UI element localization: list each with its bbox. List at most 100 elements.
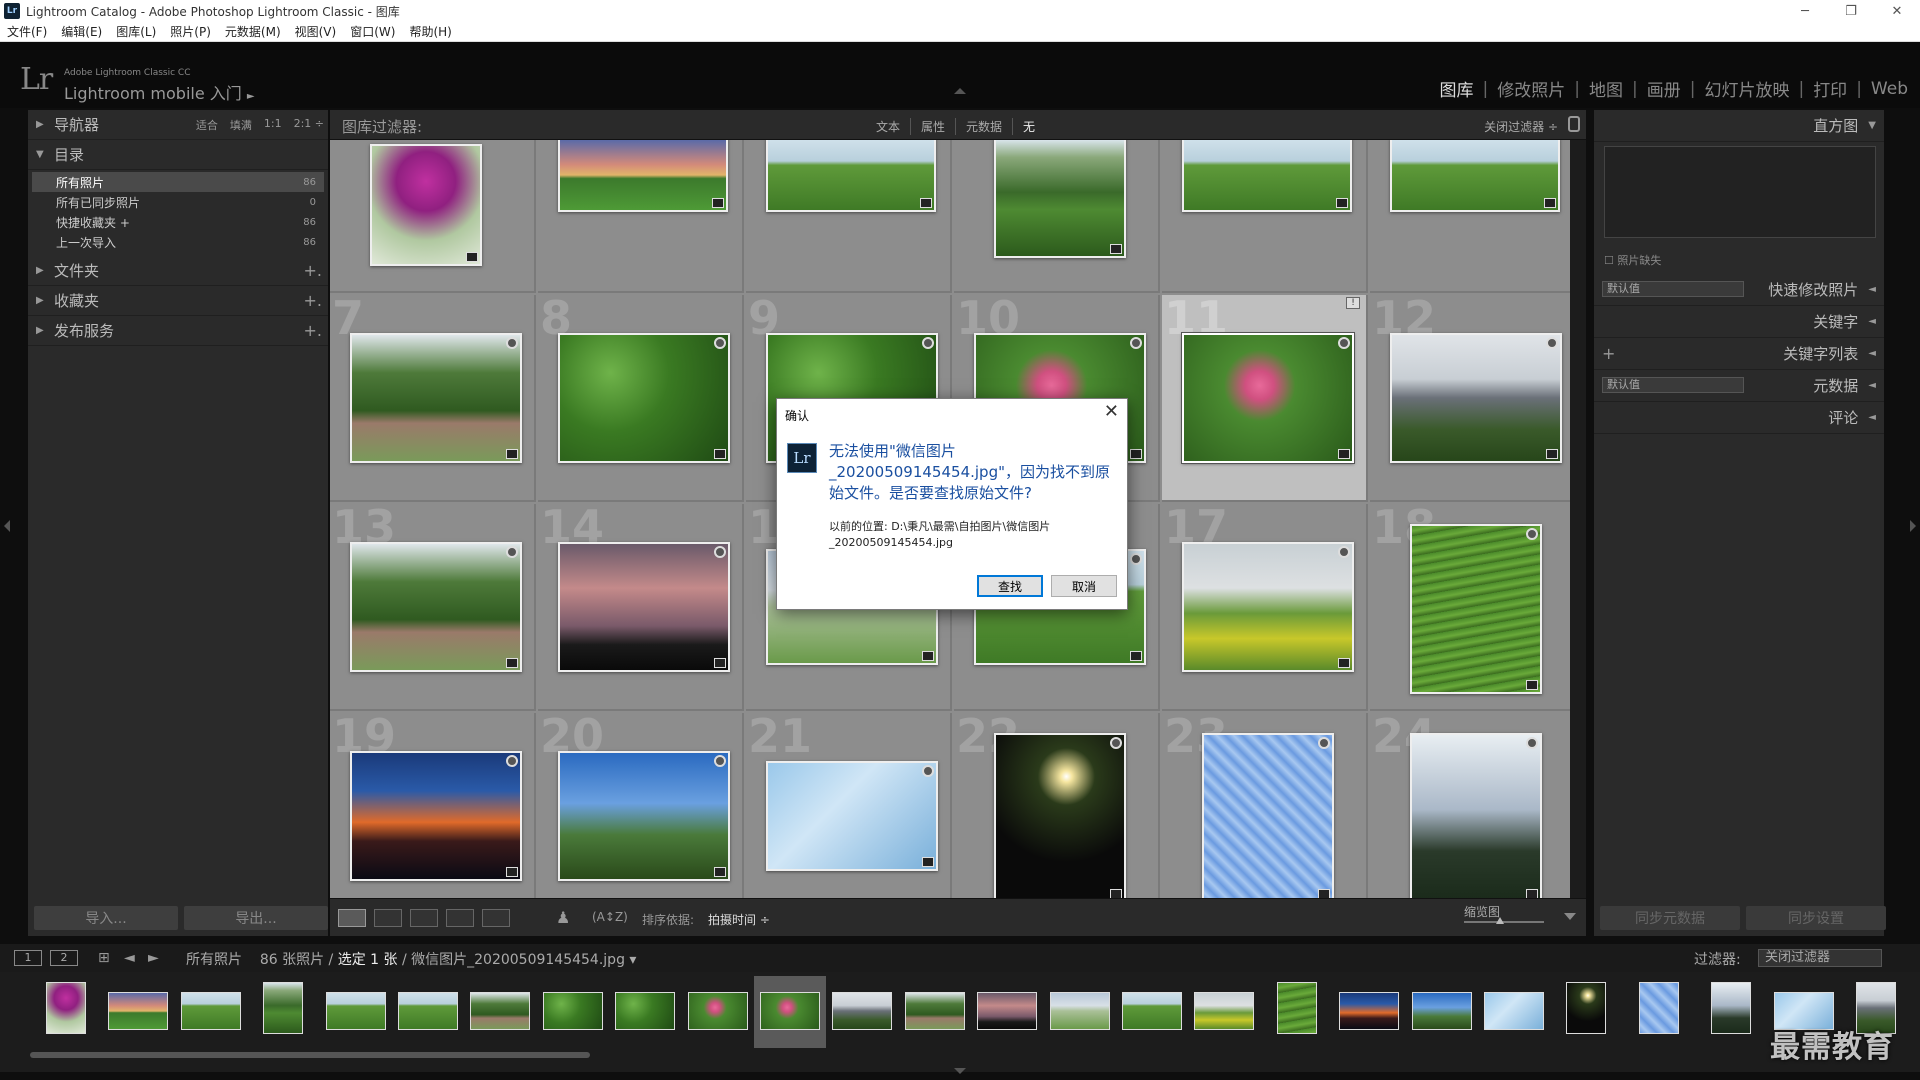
edit-badge-icon[interactable] (1336, 198, 1348, 208)
edit-badge-icon[interactable] (466, 252, 478, 262)
photo-thumbnail[interactable] (994, 140, 1126, 258)
edit-badge-icon[interactable] (506, 867, 518, 877)
photo-thumbnail[interactable] (1202, 733, 1334, 898)
quick-collection-dot-icon[interactable] (922, 337, 934, 349)
lock-icon[interactable] (1568, 116, 1580, 132)
sync-settings-button[interactable]: 同步设置 (1746, 906, 1886, 930)
grid-cell[interactable]: 19 (330, 709, 536, 898)
photo-thumbnail[interactable] (558, 140, 728, 212)
filmstrip-thumbnail[interactable] (1277, 982, 1317, 1034)
filter-tab-none[interactable]: 无 (1013, 118, 1045, 135)
filmstrip-thumbnail[interactable] (326, 992, 386, 1030)
photo-thumbnail[interactable] (350, 751, 522, 881)
edit-badge-icon[interactable] (1110, 244, 1122, 254)
secondary-window-button[interactable]: 2 (50, 950, 78, 966)
filmstrip-cell[interactable] (30, 976, 102, 1048)
painter-icon[interactable]: ♟ (556, 908, 570, 927)
quick-collection-dot-icon[interactable] (714, 337, 726, 349)
cancel-button[interactable]: 取消 (1051, 575, 1117, 597)
zoom-2-1[interactable]: 2:1 ÷ (294, 117, 324, 133)
grid-cell[interactable]: 21 (746, 709, 952, 898)
edit-badge-icon[interactable] (1130, 651, 1142, 661)
photo-thumbnail[interactable] (350, 542, 522, 672)
filmstrip-cell[interactable] (247, 976, 319, 1048)
grid-cell[interactable]: 13 (330, 500, 536, 711)
filmstrip-filter-select[interactable]: 关闭过滤器 (1758, 949, 1882, 967)
toolbar-options-chevron-down-icon[interactable] (1564, 913, 1576, 920)
photo-thumbnail[interactable] (1390, 333, 1562, 463)
filmstrip-cell[interactable] (754, 976, 826, 1048)
filmstrip-thumbnail[interactable] (181, 992, 241, 1030)
menu-edit[interactable]: 编辑(E) (54, 23, 109, 40)
menu-metadata[interactable]: 元数据(M) (218, 23, 288, 40)
photo-thumbnail[interactable] (1181, 332, 1355, 464)
filmstrip-cell[interactable] (971, 976, 1043, 1048)
module-develop[interactable]: 修改照片 (1497, 76, 1565, 101)
quick-collection-dot-icon[interactable] (1546, 337, 1558, 349)
grid-cell[interactable]: 23 (1162, 709, 1368, 898)
export-button[interactable]: 导出... (184, 906, 328, 930)
sort-dropdown[interactable]: 拍摄时间 ÷ (708, 911, 770, 928)
catalog-item-previous-import[interactable]: 上一次导入 86 (32, 232, 324, 252)
filmstrip-cell[interactable] (682, 976, 754, 1048)
photo-thumbnail[interactable] (370, 144, 482, 266)
filmstrip-cell[interactable] (1695, 976, 1767, 1048)
grid-cell[interactable]: 7 (330, 291, 536, 502)
grid-cell[interactable] (330, 140, 536, 293)
filter-tab-attribute[interactable]: 属性 (911, 118, 957, 135)
grid-cell[interactable]: 14 (538, 500, 744, 711)
histogram-header[interactable]: 直方图 ▼ (1594, 110, 1884, 142)
filmstrip-thumbnail[interactable] (688, 992, 748, 1030)
quick-collection-dot-icon[interactable] (506, 755, 518, 767)
grid-cell[interactable] (954, 140, 1160, 293)
filmstrip-thumbnail[interactable] (905, 992, 965, 1030)
grid-cell[interactable]: 8 (538, 291, 744, 502)
dialog-close-icon[interactable]: ✕ (1104, 401, 1119, 422)
edit-badge-icon[interactable] (712, 198, 724, 208)
filmstrip-cell[interactable] (175, 976, 247, 1048)
missing-file-warning-icon[interactable]: ! (1346, 297, 1360, 309)
edit-badge-icon[interactable] (1110, 889, 1122, 898)
edit-badge-icon[interactable] (1130, 449, 1142, 459)
edit-badge-icon[interactable] (506, 658, 518, 668)
publish-services-header[interactable]: ▶ 发布服务 +. (28, 316, 328, 346)
quick-collection-dot-icon[interactable] (1526, 737, 1538, 749)
photo-thumbnail[interactable] (1410, 733, 1542, 898)
collapse-top-arrow-icon[interactable] (954, 88, 966, 94)
filmstrip-cell[interactable] (826, 976, 898, 1048)
grid-icon[interactable]: ⊞ (98, 950, 110, 966)
navigator-header[interactable]: ▶ 导航器 适合 填满 1:1 2:1 ÷ (28, 110, 328, 140)
filmstrip-thumbnail[interactable] (1050, 992, 1110, 1030)
filmstrip-cell[interactable] (320, 976, 392, 1048)
quick-collection-dot-icon[interactable] (922, 765, 934, 777)
filmstrip-scrollbar[interactable] (30, 1052, 590, 1058)
grid-cell[interactable] (746, 140, 952, 293)
photo-thumbnail[interactable] (558, 542, 730, 672)
quick-collection-dot-icon[interactable] (1318, 737, 1330, 749)
zoom-fill[interactable]: 填满 (230, 117, 252, 133)
forward-arrow-icon[interactable]: ► (148, 950, 159, 966)
add-publish-icon[interactable]: +. (304, 321, 323, 340)
folders-header[interactable]: ▶ 文件夹 +. (28, 256, 328, 286)
photo-thumbnail[interactable] (766, 140, 936, 212)
slider-knob-icon[interactable] (1496, 917, 1504, 924)
filmstrip-cell[interactable] (392, 976, 464, 1048)
edit-badge-icon[interactable] (922, 857, 934, 867)
filmstrip-thumbnail[interactable] (543, 992, 603, 1030)
filmstrip-thumbnail[interactable] (760, 992, 820, 1030)
filmstrip-cell[interactable] (537, 976, 609, 1048)
collapse-left-arrow-icon[interactable] (4, 520, 10, 532)
collapse-bottom-arrow-icon[interactable] (954, 1068, 966, 1074)
quick-collection-dot-icon[interactable] (1130, 553, 1142, 565)
edit-badge-icon[interactable] (1544, 198, 1556, 208)
metadata-preset-select[interactable]: 默认值 (1602, 377, 1744, 393)
collections-header[interactable]: ▶ 收藏夹 +. (28, 286, 328, 316)
edit-badge-icon[interactable] (714, 658, 726, 668)
keyword-list-header[interactable]: + 关键字列表 ◄ (1594, 338, 1884, 370)
grid-cell[interactable] (1370, 140, 1570, 293)
grid-view-icon[interactable] (338, 909, 366, 927)
grid-cell[interactable]: 12 (1370, 291, 1570, 502)
survey-view-icon[interactable] (446, 909, 474, 927)
filmstrip-thumbnail[interactable] (470, 992, 530, 1030)
filmstrip-thumbnail[interactable] (1639, 982, 1679, 1034)
